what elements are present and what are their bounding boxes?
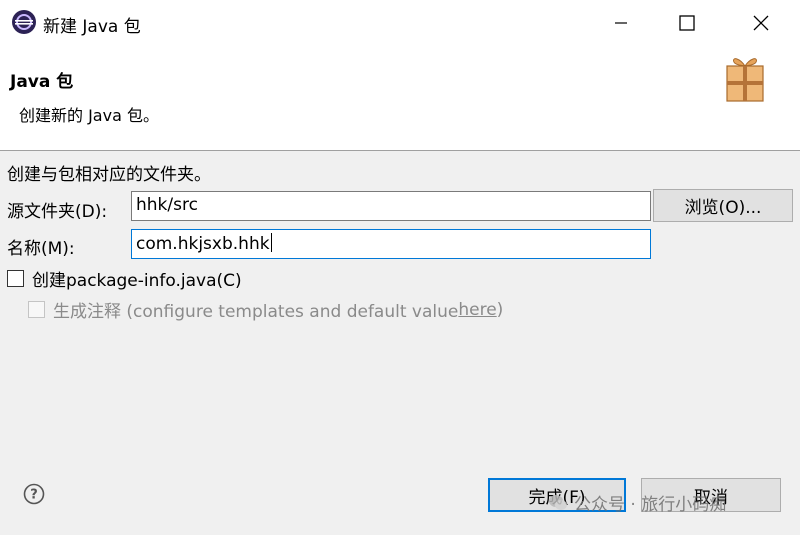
window-title: 新建 Java 包 — [43, 17, 141, 37]
instruction-text: 创建与包相对应的文件夹。 — [7, 165, 211, 185]
wizard-banner: Java 包 创建新的 Java 包。 — [0, 46, 800, 151]
source-folder-value: hhk/src — [136, 195, 198, 215]
browse-button[interactable]: 浏览(O)... — [653, 189, 793, 222]
eclipse-icon — [12, 10, 36, 34]
generate-comments-option: 生成注释 (configure templates and default va… — [28, 297, 503, 322]
generate-comments-label-end: ) — [496, 299, 504, 320]
watermark-text: 公众号 · 旅行小码痴 — [574, 495, 727, 515]
generate-comments-label: 生成注释 (configure templates and default va… — [53, 302, 459, 322]
watermark: 公众号 · 旅行小码痴 — [548, 490, 726, 515]
banner-title: Java 包 — [10, 72, 74, 92]
wechat-icon — [549, 494, 567, 510]
text-caret — [270, 233, 272, 252]
generate-comments-checkbox — [28, 301, 45, 318]
create-package-info-option[interactable]: 创建package-info.java(C) — [7, 266, 242, 291]
package-gift-icon — [726, 58, 764, 102]
maximize-button[interactable] — [664, 0, 710, 46]
close-button[interactable] — [738, 0, 784, 46]
configure-templates-link[interactable]: here — [458, 300, 496, 320]
package-name-value: com.hkjsxb.hhk — [136, 234, 270, 254]
minimize-icon — [615, 22, 627, 24]
create-package-info-checkbox[interactable] — [7, 270, 24, 287]
close-icon — [753, 15, 769, 31]
package-name-field[interactable]: com.hkjsxb.hhk — [131, 229, 651, 259]
minimize-button[interactable] — [598, 0, 644, 46]
maximize-icon — [679, 15, 695, 31]
title-bar: 新建 Java 包 — [0, 0, 800, 46]
svg-text:?: ? — [30, 488, 38, 503]
name-label: 名称(M): — [7, 239, 75, 259]
source-folder-field[interactable]: hhk/src — [131, 191, 651, 221]
banner-description: 创建新的 Java 包。 — [19, 106, 159, 125]
help-icon[interactable]: ? — [23, 483, 45, 505]
create-package-info-label: 创建package-info.java(C) — [32, 271, 242, 291]
source-folder-label: 源文件夹(D): — [7, 202, 108, 222]
